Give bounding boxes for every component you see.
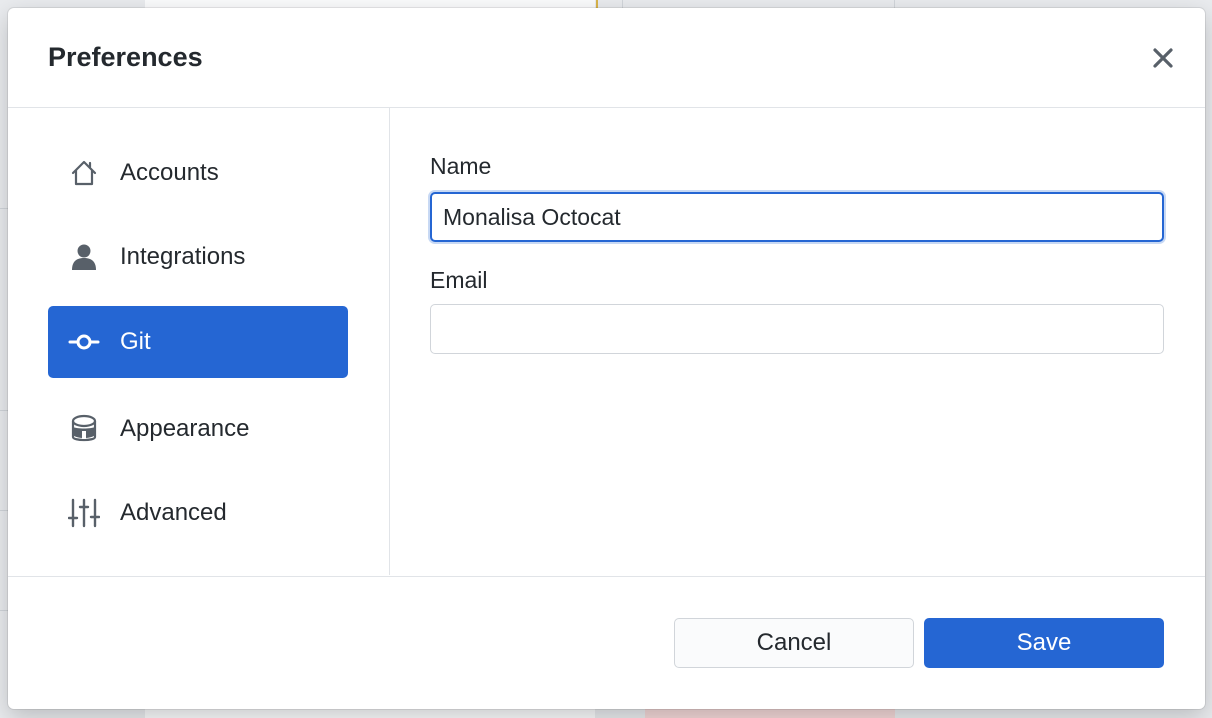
background-panel [645,709,895,718]
sidebar-item-git[interactable]: Git [48,306,348,378]
sidebar-item-label: Appearance [120,415,250,442]
background-divider [0,410,8,411]
cancel-button[interactable]: Cancel [674,618,914,668]
preferences-dialog: Preferences Accounts Integrations Git Ap… [8,8,1205,709]
sidebar-item-label: Git [120,328,151,355]
name-label: Name [430,153,492,179]
close-button[interactable] [1149,44,1177,72]
preferences-sidebar: Accounts Integrations Git Appearance Adv… [8,108,390,575]
save-button[interactable]: Save [924,618,1164,668]
sidebar-item-integrations[interactable]: Integrations [48,221,348,293]
background-divider [596,0,598,8]
background-divider [0,610,8,611]
background-divider [0,510,8,511]
settings-sliders-icon [68,497,100,529]
sidebar-item-label: Accounts [120,159,219,186]
email-label: Email [430,267,488,293]
sidebar-item-label: Integrations [120,243,246,270]
sidebar-item-appearance[interactable]: Appearance [48,393,348,465]
git-settings-panel: Name Email [390,108,1205,575]
dialog-title: Preferences [48,42,203,72]
person-icon [68,241,100,273]
background-divider [622,0,623,8]
background-divider [0,208,8,209]
close-icon [1153,48,1173,68]
paintcan-icon [68,413,100,445]
sidebar-item-accounts[interactable]: Accounts [48,137,348,209]
background-divider [894,0,895,8]
sidebar-item-advanced[interactable]: Advanced [48,477,348,549]
dialog-footer: Cancel Save [8,576,1205,709]
dialog-header: Preferences [8,8,1205,108]
name-input[interactable] [430,192,1164,242]
git-commit-icon [68,326,100,358]
sidebar-item-label: Advanced [120,499,227,526]
home-icon [68,157,100,189]
email-input[interactable] [430,304,1164,354]
